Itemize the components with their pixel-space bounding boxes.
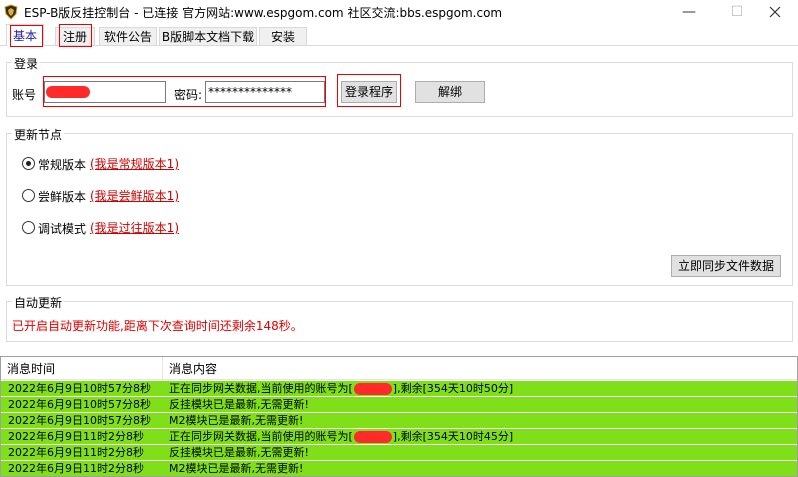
message-content: M2模块已是最新,无需更新! — [169, 413, 303, 428]
tab-basic[interactable]: 基本 — [6, 24, 44, 46]
message-text: M2模块已是最新,无需更新! — [169, 462, 304, 475]
message-time: 2022年6月9日11时2分8秒 — [8, 462, 144, 475]
sync-files-button[interactable]: 立即同步文件数据 — [671, 255, 781, 277]
message-text-tail: ],剩余[354天10时45分] — [392, 430, 514, 443]
column-header-content[interactable]: 消息内容 — [163, 357, 463, 379]
message-text: 反挂模块已是最新,无需更新! — [169, 446, 309, 459]
password-input[interactable]: ************** — [205, 81, 325, 103]
login-button-label: 登录程序 — [344, 85, 393, 99]
message-text: M2模块已是最新,无需更新! — [169, 414, 304, 427]
close-icon — [769, 6, 781, 18]
tab-label: 软件公告 — [103, 30, 152, 44]
redaction-mark — [353, 383, 392, 395]
minimize-button[interactable]: — — [666, 0, 712, 24]
column-header-label: 消息时间 — [7, 362, 56, 376]
maximize-icon: ☐ — [730, 4, 744, 20]
regular-version-link[interactable]: (我是常规版本1) — [90, 155, 179, 172]
radio-regular-label: 常规版本 — [38, 158, 87, 172]
sync-files-button-label: 立即同步文件数据 — [677, 259, 774, 273]
message-text: 正在同步网关数据,当前使用的账号为[ — [169, 382, 353, 395]
table-row[interactable]: 2022年6月9日11时2分8秒 M2模块已是最新,无需更新! — [1, 461, 797, 476]
auto-update-message: 已开启自动更新功能,距离下次查询时间还剩余148秒。 — [12, 319, 303, 333]
login-group-title: 登录 — [12, 55, 41, 72]
tab-label: 安装 — [270, 30, 295, 44]
close-button[interactable] — [752, 0, 798, 24]
redaction-mark — [46, 86, 90, 98]
radio-debug[interactable] — [22, 221, 35, 234]
unbind-button-label: 解绑 — [437, 85, 462, 99]
radio-regular[interactable] — [22, 157, 35, 170]
message-time: 2022年6月9日10时57分8秒 — [8, 382, 151, 395]
login-button[interactable]: 登录程序 — [341, 81, 397, 103]
redaction-mark — [353, 431, 392, 443]
tab-install[interactable]: 安装 — [259, 27, 307, 45]
radio-debug-label: 调试模式 — [38, 222, 87, 236]
password-value: ************** — [208, 85, 292, 99]
radio-preview[interactable] — [22, 189, 35, 202]
list-header: 消息时间 消息内容 — [1, 357, 797, 380]
column-header-time[interactable]: 消息时间 — [1, 357, 162, 379]
table-row[interactable]: 2022年6月9日11时2分8秒 正在同步网关数据,当前使用的账号为[ ],剩余[3… — [1, 429, 797, 445]
message-content: 反挂模块已是最新,无需更新! — [169, 397, 309, 412]
tab-announcement[interactable]: 软件公告 — [99, 27, 157, 45]
update-node-group-title: 更新节点 — [12, 126, 65, 143]
tab-label: B版脚本文档下载 — [161, 30, 255, 44]
tab-label: 注册 — [62, 30, 87, 44]
password-label: 密码: — [174, 88, 203, 102]
message-text: 反挂模块已是最新,无需更新! — [169, 398, 309, 411]
message-content: 正在同步网关数据,当前使用的账号为[ ],剩余[354天10时45分] — [169, 429, 513, 444]
table-row[interactable]: 2022年6月9日10时57分8秒 M2模块已是最新,无需更新! — [1, 413, 797, 429]
minimize-icon: — — [682, 4, 696, 20]
message-text: 正在同步网关数据,当前使用的账号为[ — [169, 430, 353, 443]
table-row[interactable]: 2022年6月9日11时2分8秒 反挂模块已是最新,无需更新! — [1, 445, 797, 461]
table-row[interactable]: 2022年6月9日10时57分8秒 反挂模块已是最新,无需更新! — [1, 397, 797, 413]
window-title: ESP-B版反挂控制台 - 已连接 官方网站:www.espgom.com 社区… — [24, 6, 503, 20]
radio-preview-label: 尝鲜版本 — [38, 190, 87, 204]
tab-script-docs[interactable]: B版脚本文档下载 — [159, 27, 257, 45]
message-content: 正在同步网关数据,当前使用的账号为[ ],剩余[354天10时50分] — [169, 381, 513, 396]
message-time: 2022年6月9日10时57分8秒 — [8, 398, 151, 411]
message-content: 反挂模块已是最新,无需更新! — [169, 445, 309, 460]
account-label: 账号 — [12, 88, 37, 102]
message-time: 2022年6月9日11时2分8秒 — [8, 446, 144, 459]
legacy-version-link[interactable]: (我是过往版本1) — [90, 219, 179, 236]
message-time: 2022年6月9日10时57分8秒 — [8, 414, 151, 427]
unbind-button[interactable]: 解绑 — [415, 81, 485, 103]
message-log-list[interactable]: 消息时间 消息内容 2022年6月9日10时57分8秒正在同步网关数据,当前使用… — [0, 356, 798, 477]
preview-version-link[interactable]: (我是尝鲜版本1) — [90, 187, 179, 204]
shield-icon — [4, 4, 18, 20]
message-text-tail: ],剩余[354天10时50分] — [392, 382, 514, 395]
message-time: 2022年6月9日11时2分8秒 — [8, 430, 144, 443]
table-row[interactable]: 2022年6月9日10时57分8秒 正在同步网关数据,当前使用的账号为[ ],剩余[… — [1, 381, 797, 397]
auto-update-group-title: 自动更新 — [12, 294, 65, 311]
message-content: M2模块已是最新,无需更新! — [169, 461, 303, 476]
column-header-label: 消息内容 — [169, 362, 218, 376]
tab-label: 基本 — [12, 29, 37, 43]
tab-register[interactable]: 注册 — [55, 27, 95, 45]
title-bar: ESP-B版反挂控制台 - 已连接 官方网站:www.espgom.com 社区… — [0, 0, 798, 24]
